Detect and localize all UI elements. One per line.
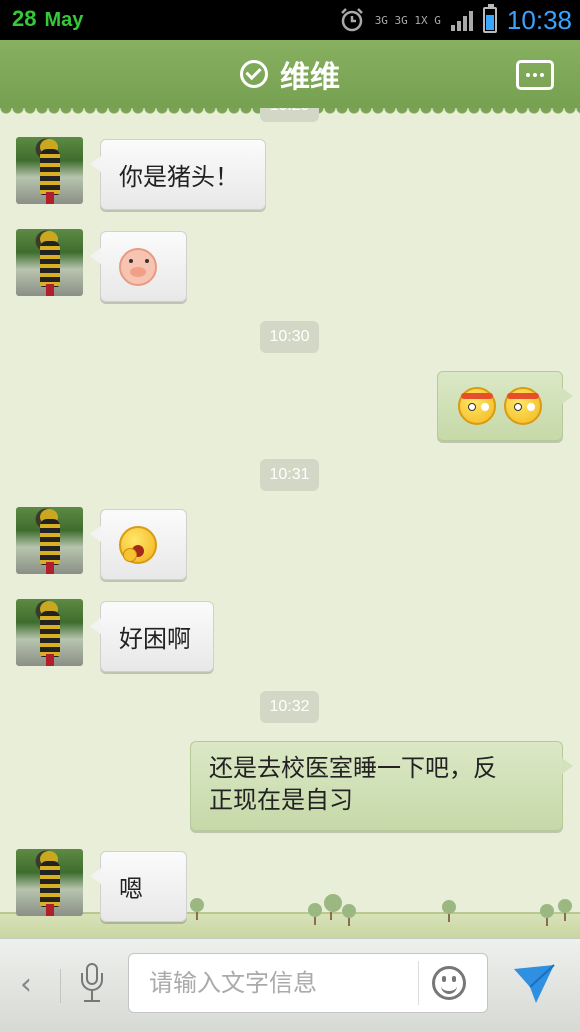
tree-decoration: [540, 904, 554, 926]
chat-title: 维维: [280, 60, 340, 95]
tree-decoration: [342, 904, 356, 926]
send-icon[interactable]: [512, 963, 556, 1005]
emoji-smiley-icon[interactable]: [432, 966, 466, 1000]
signal-icon: [450, 9, 473, 31]
tree-decoration: [324, 894, 342, 920]
message-text-line: 还是去校医室睡一下吧，反: [209, 754, 497, 782]
battery-icon: [482, 4, 497, 33]
tree-decoration: [308, 903, 322, 925]
timestamp: 10:32: [260, 691, 319, 723]
divider: [418, 961, 419, 1005]
timestamp: 10:31: [260, 459, 319, 491]
incoming-emoji-message[interactable]: [90, 509, 187, 580]
back-chevron-icon[interactable]: ‹: [20, 967, 32, 1002]
input-placeholder: 请输入文字信息: [149, 969, 317, 997]
incoming-message[interactable]: 你是猪头！: [90, 139, 266, 210]
more-menu-button[interactable]: [516, 60, 554, 90]
angry-face-icon: [504, 387, 542, 425]
microphone-icon[interactable]: [80, 963, 106, 1007]
message-text: 好困啊: [119, 625, 191, 653]
status-date: 28 May: [12, 6, 83, 32]
outgoing-emoji-message[interactable]: [437, 371, 573, 441]
input-bar: ‹ 请输入文字信息: [0, 938, 580, 1032]
pig-icon: [119, 247, 157, 286]
angry-face-icon: [458, 387, 496, 425]
contact-avatar[interactable]: [16, 599, 83, 666]
verified-check-icon: [240, 60, 268, 88]
contact-avatar[interactable]: [16, 849, 83, 916]
contact-avatar[interactable]: [16, 137, 83, 204]
incoming-message[interactable]: 好困啊: [90, 601, 214, 672]
timestamp: 10:29: [260, 108, 319, 122]
status-icons: 3G 3G 1X G 10:38: [339, 4, 572, 36]
tree-decoration: [190, 898, 204, 920]
landscape-decoration: [0, 912, 580, 938]
network-icon: 3G 3G 1X G: [374, 13, 441, 27]
contact-avatar[interactable]: [16, 507, 83, 574]
incoming-message[interactable]: 嗯: [90, 851, 187, 922]
tree-decoration: [442, 900, 456, 922]
chat-area[interactable]: 10:29 你是猪头！ 10:30 10:31 好困啊 10:32 还是去校医室…: [0, 108, 580, 938]
outgoing-message[interactable]: 还是去校医室睡一下吧，反 正现在是自习: [190, 741, 573, 831]
chat-header: 维维: [0, 40, 580, 114]
incoming-emoji-message[interactable]: [90, 231, 187, 302]
tree-decoration: [558, 899, 572, 921]
status-time: 10:38: [506, 4, 572, 35]
more-menu-icon: [526, 73, 530, 77]
message-text: 嗯: [119, 875, 143, 903]
timestamp: 10:30: [260, 321, 319, 353]
status-bar: 28 May 3G 3G 1X G 10:38: [0, 0, 580, 40]
message-text-line: 正现在是自习: [209, 786, 353, 814]
status-month: May: [44, 9, 84, 31]
contact-avatar[interactable]: [16, 229, 83, 296]
message-text: 你是猪头！: [119, 163, 239, 191]
divider: [60, 969, 61, 1003]
yawn-face-icon: [119, 525, 157, 564]
alarm-icon: [340, 8, 363, 32]
status-day: 28: [12, 6, 37, 31]
